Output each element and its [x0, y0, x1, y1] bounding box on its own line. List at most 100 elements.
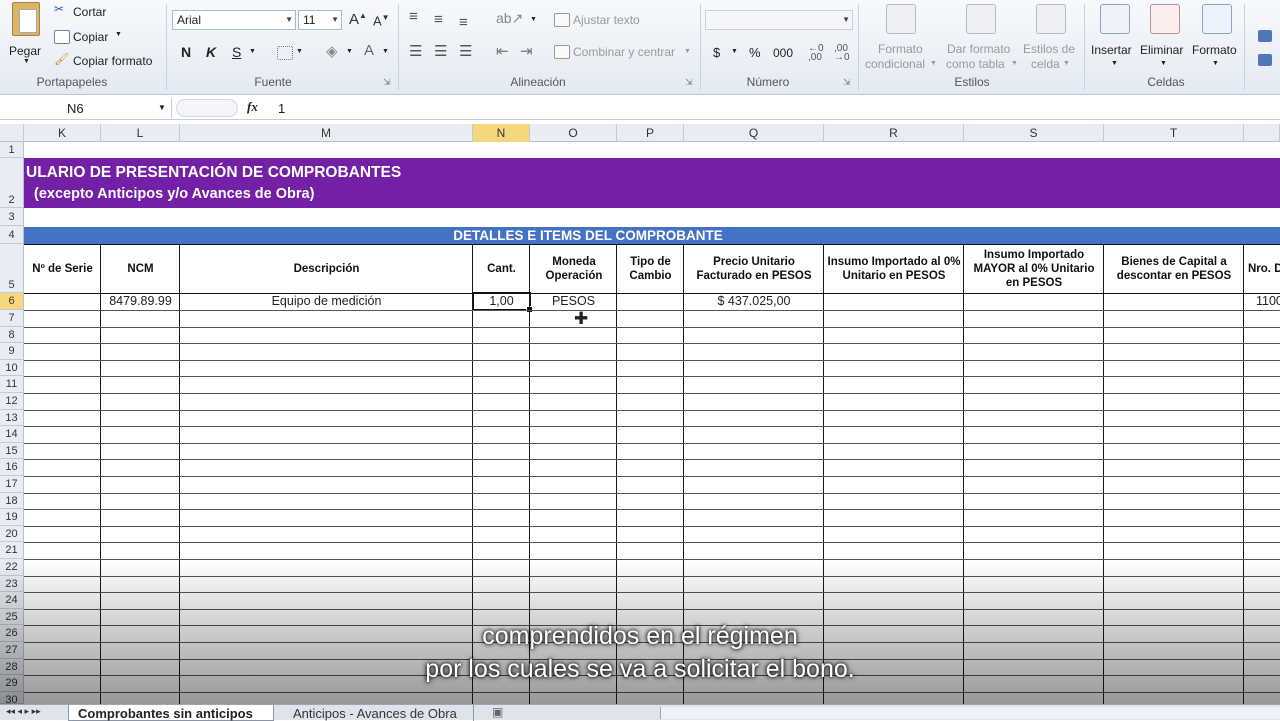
grow-font-icon[interactable]: A▲ — [349, 11, 367, 28]
row-header[interactable]: 7 — [0, 310, 24, 327]
increase-decimal-icon[interactable]: ←0,00 — [808, 44, 824, 63]
italic-button[interactable]: K — [206, 44, 216, 60]
decrease-decimal-icon[interactable]: ,00 →0 — [834, 44, 850, 63]
grid-line — [24, 542, 1280, 544]
underline-button[interactable]: S — [232, 44, 241, 60]
row-header[interactable]: 2 — [0, 158, 24, 208]
row-header[interactable]: 5 — [0, 244, 24, 293]
dialog-launcher-icon[interactable]: ⇲ — [685, 77, 693, 88]
row-header[interactable]: 24 — [0, 592, 24, 609]
cell-u6[interactable]: 1100 — [1256, 293, 1280, 310]
row-header[interactable]: 20 — [0, 525, 24, 543]
header-insumo-0: Insumo Importado al 0% Unitario en PESOS — [827, 255, 961, 282]
thousands-button[interactable]: 000 — [773, 46, 793, 60]
column-header-p[interactable]: P — [617, 124, 684, 142]
row-header[interactable]: 8 — [0, 326, 24, 344]
name-box[interactable]: N6 ▼ — [0, 98, 172, 118]
horizontal-scrollbar[interactable] — [660, 707, 1280, 719]
row-header[interactable]: 14 — [0, 426, 24, 443]
column-header-t[interactable]: T — [1104, 124, 1244, 142]
align-center-icon[interactable]: ☰ — [434, 42, 447, 60]
dialog-launcher-icon[interactable]: ⇲ — [383, 77, 391, 88]
row-header[interactable]: 21 — [0, 542, 24, 559]
shrink-font-icon[interactable]: A▼ — [373, 13, 390, 28]
column-header-n[interactable]: N — [473, 124, 530, 142]
align-top-icon[interactable]: ≡ — [409, 8, 418, 25]
row-header[interactable]: 17 — [0, 476, 24, 493]
border-icon[interactable] — [277, 46, 293, 60]
cell-m6[interactable]: Equipo de medición — [180, 293, 473, 310]
tab-anticipos-avances[interactable]: Anticipos - Avances de Obra — [276, 705, 474, 721]
dialog-launcher-icon[interactable]: ⇲ — [843, 77, 851, 88]
fill-icon[interactable] — [1258, 30, 1272, 42]
bold-button[interactable]: N — [181, 44, 191, 60]
row-header[interactable]: 23 — [0, 575, 24, 593]
row-header[interactable]: 12 — [0, 393, 24, 410]
column-header-s[interactable]: S — [964, 124, 1104, 142]
select-all-corner[interactable] — [0, 124, 24, 142]
row-header[interactable]: 16 — [0, 459, 24, 476]
cut-button[interactable]: ✂ Cortar — [52, 2, 132, 20]
tab-scroll-icons[interactable]: ◂◂ ◂ ▸ ▸▸ — [6, 706, 41, 717]
row-header[interactable]: 1 — [0, 142, 24, 158]
align-right-icon[interactable]: ☰ — [459, 42, 472, 60]
divider — [1244, 4, 1245, 90]
row-header[interactable]: 10 — [0, 359, 24, 377]
clear-icon[interactable] — [1258, 54, 1272, 66]
row-header[interactable]: 4 — [0, 226, 24, 244]
tab-comprobantes-sin-anticipos[interactable]: Comprobantes sin anticipos — [68, 705, 274, 721]
chevron-down-icon: ▼ — [1111, 60, 1118, 67]
fill-color-icon[interactable]: ◈ — [326, 42, 338, 60]
row-header[interactable]: 11 — [0, 376, 24, 393]
font-color-icon[interactable]: A — [364, 42, 374, 59]
delete-cells-button[interactable]: Eliminar ▼ — [1140, 2, 1190, 74]
row-header[interactable]: 22 — [0, 559, 24, 576]
align-bottom-icon[interactable]: ≡ — [459, 14, 468, 31]
cell-q6[interactable]: $ 437.025,00 — [684, 293, 824, 310]
row-header[interactable]: 19 — [0, 509, 24, 526]
new-sheet-icon[interactable]: ▣ — [492, 705, 503, 719]
column-header-k[interactable]: K — [24, 124, 101, 142]
conditional-format-button[interactable]: Formato condicional ▼ — [862, 2, 942, 74]
align-middle-icon[interactable]: ≡ — [434, 11, 443, 28]
increase-indent-icon[interactable]: ⇥ — [520, 42, 533, 60]
row-header[interactable]: 30 — [0, 691, 24, 706]
row-header[interactable]: 15 — [0, 442, 24, 460]
row-header[interactable]: 6 — [0, 293, 24, 310]
number-format-combo[interactable]: ▼ — [705, 10, 853, 30]
insert-cells-button[interactable]: Insertar ▼ — [1088, 2, 1142, 74]
font-size-combo[interactable]: 11 ▼ — [298, 10, 342, 30]
cell-styles-button[interactable]: Estilos de celda ▼ — [1020, 2, 1084, 74]
format-cells-button[interactable]: Formato ▼ — [1190, 2, 1242, 74]
copy-format-button[interactable]: 🖌 Copiar formato — [52, 51, 162, 69]
formula-bar-grip[interactable] — [176, 99, 238, 117]
column-header-q[interactable]: Q — [684, 124, 824, 142]
cell-l6[interactable]: 8479.89.99 — [101, 293, 180, 310]
column-header-l[interactable]: L — [101, 124, 180, 142]
row-header[interactable]: 18 — [0, 492, 24, 510]
decrease-indent-icon[interactable]: ⇤ — [496, 42, 509, 60]
format-as-table-button[interactable]: Dar formato como tabla ▼ — [942, 2, 1020, 74]
column-header-m[interactable]: M — [180, 124, 473, 142]
font-name-combo[interactable]: Arial ▼ — [172, 10, 296, 30]
currency-button[interactable]: $ — [713, 45, 720, 60]
cell-n6-selected[interactable]: 1,00 — [472, 292, 533, 313]
paste-button[interactable]: Pegar ▼ — [4, 2, 48, 65]
percent-button[interactable]: % — [749, 45, 761, 60]
copy-button[interactable]: Copiar ▼ — [52, 27, 132, 45]
orientation-icon[interactable]: ab↗ — [496, 10, 523, 27]
wrap-text-button[interactable]: Ajustar texto — [552, 11, 672, 29]
row-header[interactable]: 9 — [0, 343, 24, 360]
align-left-icon[interactable]: ☰ — [409, 42, 422, 60]
sheet-title: ULARIO DE PRESENTACIÓN DE COMPROBANTES — [26, 164, 402, 181]
cell-o6[interactable]: PESOS — [530, 293, 617, 310]
column-header-o[interactable]: O — [530, 124, 617, 142]
function-icon[interactable]: fx — [247, 99, 258, 115]
group-label-estilos: Estilos — [954, 75, 990, 89]
row-header[interactable]: 13 — [0, 409, 24, 427]
formula-input[interactable]: 1 — [270, 98, 1280, 118]
row-header[interactable]: 3 — [0, 208, 24, 226]
column-header-u[interactable] — [1244, 124, 1280, 142]
column-header-r[interactable]: R — [824, 124, 964, 142]
merge-center-button[interactable]: Combinar y centrar ▼ — [552, 43, 692, 61]
